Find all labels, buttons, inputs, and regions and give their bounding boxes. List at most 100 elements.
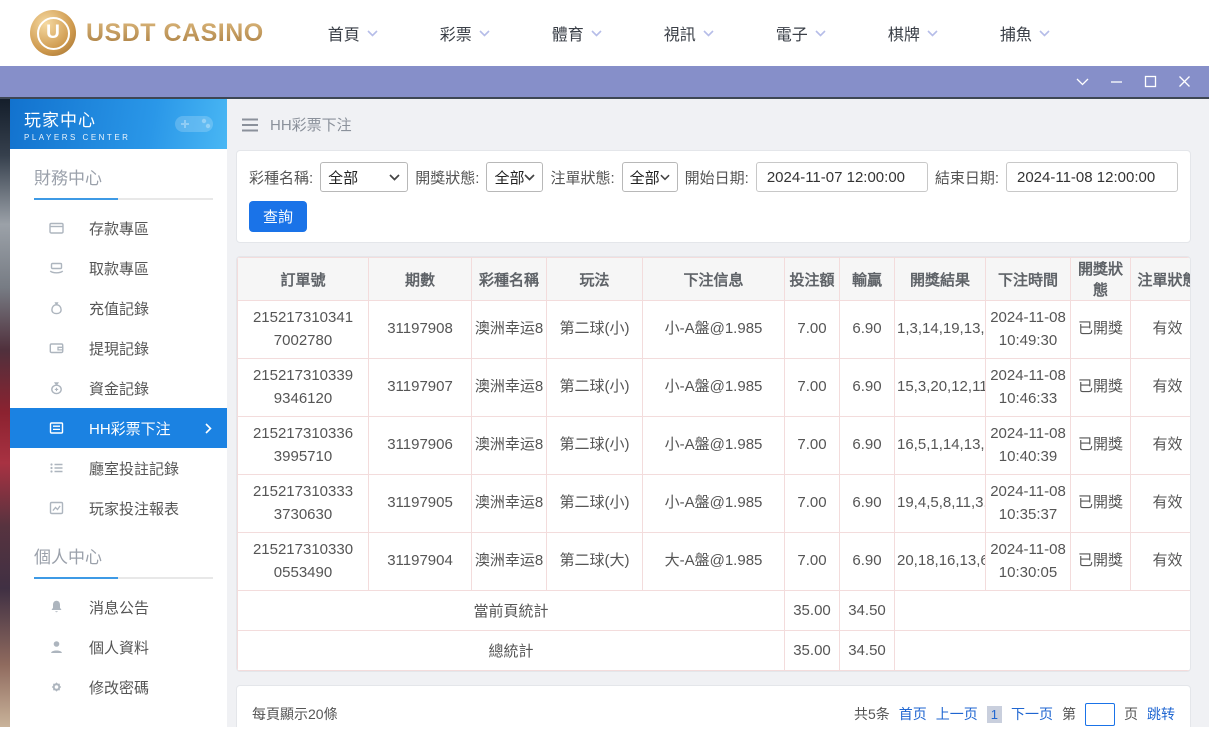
table-cell: 7.00	[784, 532, 840, 591]
sidebar-item-funds-records[interactable]: 資金記錄	[10, 368, 227, 408]
nav-item-video[interactable]: 視訊	[664, 21, 714, 45]
jump-action-link[interactable]: 跳转	[1147, 704, 1175, 724]
maximize-icon	[1144, 75, 1156, 88]
sidebar-item-hh-lottery-bets[interactable]: HH彩票下注	[10, 408, 227, 448]
draw-status-select[interactable]: 全部	[486, 162, 544, 192]
table-cell: 第二球(小)	[546, 300, 643, 359]
table-cell: 6.90	[839, 474, 895, 533]
jump-page-input[interactable]	[1085, 702, 1115, 726]
column-header: 投注額	[784, 257, 840, 301]
start-date-input[interactable]	[755, 162, 928, 192]
sidebar-item-label: 提現記錄	[89, 340, 150, 358]
recharge-bag-icon	[48, 300, 66, 316]
page-summary-winloss-total: 34.50	[839, 590, 895, 631]
main-nav: 首頁 彩票 體育 視訊 電子 棋牌 捕魚	[328, 21, 1050, 45]
sidebar-item-label: 個人資料	[89, 639, 150, 657]
table-cell: 第二球(小)	[546, 474, 643, 533]
order-status-select[interactable]: 全部	[621, 162, 678, 192]
nav-item-slots[interactable]: 電子	[776, 21, 826, 45]
nav-item-chess[interactable]: 棋牌	[888, 21, 938, 45]
first-page-link[interactable]: 首页	[899, 704, 927, 724]
page-size-text: 每頁顯示20條	[252, 706, 338, 722]
breadcrumb: HH彩票下注	[236, 99, 1191, 150]
column-header: 玩法	[546, 257, 643, 301]
sidebar-item-label: HH彩票下注	[89, 420, 171, 438]
sidebar-item-label: 存款專區	[89, 220, 150, 238]
brand-logo[interactable]: U USDT CASINO	[30, 10, 264, 56]
withdraw-hand-icon	[48, 260, 66, 276]
lottery-type-select[interactable]: 全部	[320, 162, 409, 192]
brand-logo-initial: U	[36, 16, 70, 50]
window-minimize-button[interactable]	[1107, 73, 1125, 91]
chevron-down-icon	[367, 29, 378, 37]
hamburger-menu-icon[interactable]	[241, 118, 259, 132]
nav-item-fishing[interactable]: 捕魚	[1000, 21, 1050, 45]
sidebar-item-label: 廳室投註記錄	[89, 460, 180, 478]
table-cell: 6.90	[839, 532, 895, 591]
filter-panel: 彩種名稱: 全部 開獎狀態: 全部 注單狀態: 全部 開始日期: 結束日期:	[236, 150, 1191, 243]
table-row: 2152173103399346120 31197907 澳洲幸运8 第二球(小) 小-…	[237, 358, 1190, 417]
table-cell: 2152173103363995710	[237, 416, 369, 475]
sidebar-section-finance: 財務中心	[34, 169, 102, 188]
total-count-text: 共5条	[853, 706, 890, 722]
page-summary-label: 當前頁統計	[237, 590, 785, 631]
current-page-indicator[interactable]: 1	[986, 705, 1002, 723]
sidebar-item-recharge-records[interactable]: 充值記錄	[10, 288, 227, 328]
table-cell: 大-A盤@1.985	[642, 532, 785, 591]
table-cell: 2152173103333730630	[237, 474, 369, 533]
lottery-type-label: 彩種名稱:	[249, 169, 314, 187]
chevron-down-icon	[524, 173, 536, 181]
workspace: 玩家中心 PLAYERS CENTER 財務中心 存款專區 取款專區 充值記錄 …	[0, 99, 1209, 727]
table-cell: 第二球(小)	[546, 416, 643, 475]
jump-prefix-label: 第	[1062, 706, 1076, 722]
nav-label: 首頁	[327, 27, 360, 44]
column-header: 期數	[368, 257, 472, 301]
lottery-type-value: 全部	[328, 169, 359, 187]
column-header: 訂單號	[237, 257, 369, 301]
prev-page-link[interactable]: 上一页	[936, 704, 978, 724]
sidebar-item-withdrawal-records[interactable]: 提現記錄	[10, 328, 227, 368]
sidebar-item-player-bet-report[interactable]: 玩家投注報表	[10, 488, 227, 528]
section-divider	[34, 577, 213, 579]
table-cell: 31197908	[368, 300, 472, 359]
grand-summary-bet-total: 35.00	[784, 630, 840, 671]
window-collapse-button[interactable]	[1073, 73, 1091, 91]
sidebar-item-label: 資金記錄	[89, 380, 150, 398]
table-row: 2152173103363995710 31197906 澳洲幸运8 第二球(小) 小-…	[237, 416, 1190, 475]
end-date-input[interactable]	[1006, 162, 1178, 192]
table-cell: 2152173103417002780	[237, 300, 369, 359]
room-records-icon	[48, 460, 66, 476]
chevron-right-icon	[205, 423, 212, 434]
lottery-list-icon	[48, 420, 66, 436]
chevron-down-icon	[479, 29, 490, 37]
sidebar-item-withdraw[interactable]: 取款專區	[10, 248, 227, 288]
table-cell: 小-A盤@1.985	[642, 416, 785, 475]
table-cell: 小-A盤@1.985	[642, 300, 785, 359]
sidebar-item-change-password[interactable]: 修改密碼	[10, 667, 227, 707]
table-cell: 7.00	[784, 416, 840, 475]
main-content: HH彩票下注 彩種名稱: 全部 開獎狀態: 全部 注單狀態: 全部 開始日期: …	[227, 99, 1209, 727]
sidebar-item-room-bet-records[interactable]: 廳室投註記錄	[10, 448, 227, 488]
table-cell: 第二球(大)	[546, 532, 643, 591]
search-button[interactable]: 查詢	[249, 201, 307, 232]
table-cell: 6.90	[839, 358, 895, 417]
nav-item-sports[interactable]: 體育	[552, 21, 602, 45]
sidebar-item-messages[interactable]: 消息公告	[10, 587, 227, 627]
page-title: HH彩票下注	[270, 117, 352, 134]
nav-item-lottery[interactable]: 彩票	[440, 21, 490, 45]
table-cell: 第二球(小)	[546, 358, 643, 417]
sidebar-item-profile[interactable]: 個人資料	[10, 627, 227, 667]
nav-item-home[interactable]: 首頁	[328, 21, 378, 45]
bets-table: 訂單號期數彩種名稱玩法下注信息投注額輸贏開獎結果下注時間開獎狀態注單狀態 215…	[237, 257, 1190, 671]
table-cell: 2152173103399346120	[237, 358, 369, 417]
nav-label: 電子	[775, 27, 808, 44]
page-summary-bet-total: 35.00	[784, 590, 840, 631]
next-page-link[interactable]: 下一页	[1011, 704, 1053, 724]
minimize-icon	[1110, 81, 1122, 83]
table-cell: 有效	[1130, 358, 1190, 417]
window-maximize-button[interactable]	[1141, 73, 1159, 91]
sidebar-item-deposit[interactable]: 存款專區	[10, 208, 227, 248]
report-chart-icon	[48, 500, 66, 516]
window-close-button[interactable]	[1175, 73, 1193, 91]
table-cell: 小-A盤@1.985	[642, 358, 785, 417]
